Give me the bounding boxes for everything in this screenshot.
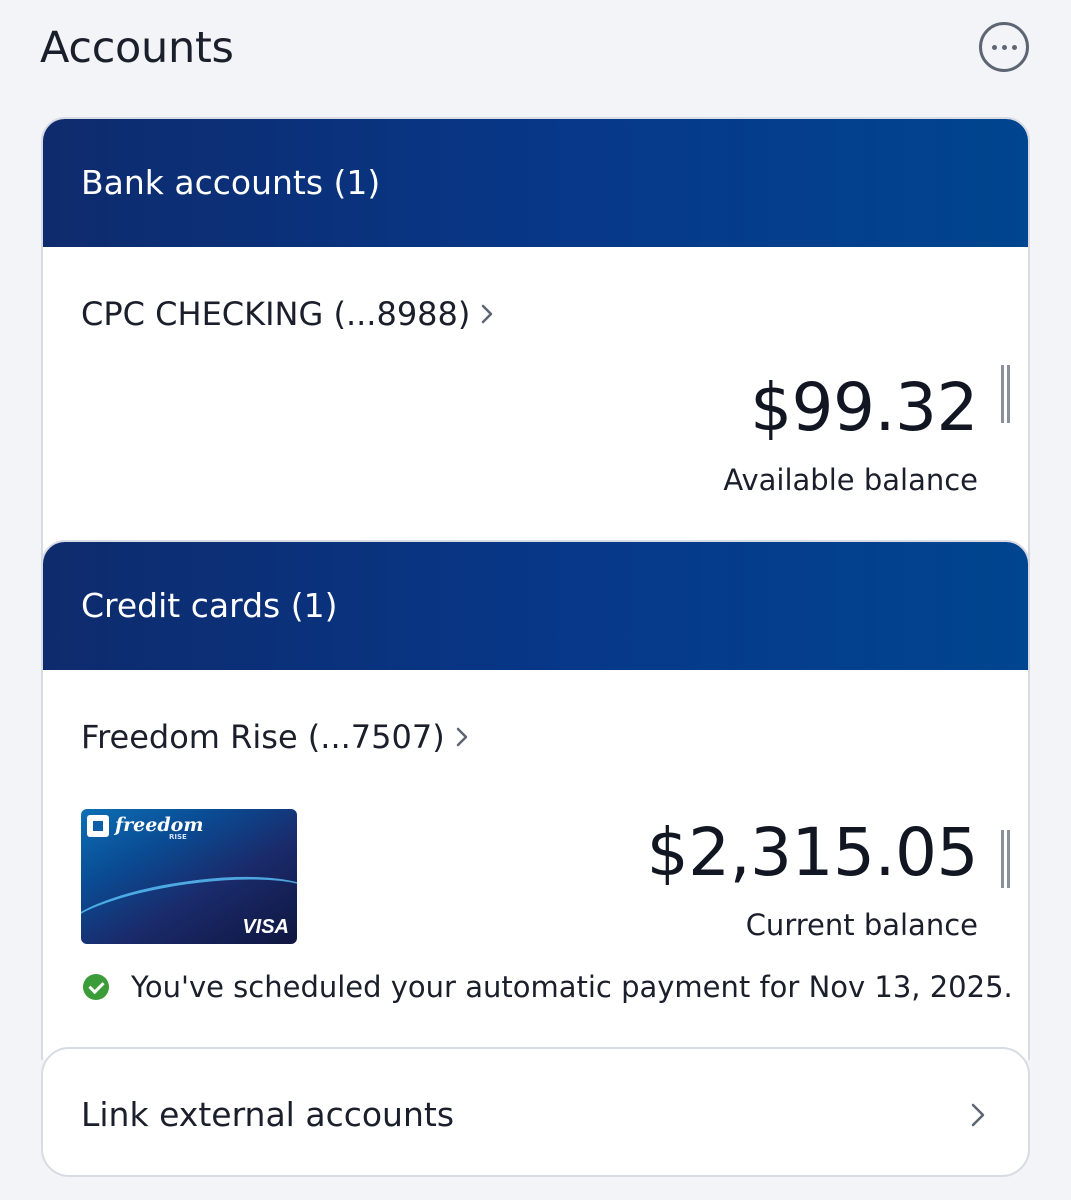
credit-cards-header[interactable]: Credit cards (1) — [43, 542, 1028, 670]
drag-handle-icon[interactable] — [1001, 365, 1011, 423]
current-balance-label: Current balance — [745, 908, 978, 942]
accounts-page: Accounts Bank accounts (1) CPC CHECKING … — [0, 0, 1071, 1200]
account-link-checking[interactable]: CPC CHECKING (...8988) — [81, 295, 494, 333]
autopay-status: You've scheduled your automatic payment … — [83, 970, 1013, 1004]
account-name: Freedom Rise (...7507) — [81, 718, 445, 756]
account-name: CPC CHECKING (...8988) — [81, 295, 471, 333]
available-balance-label: Available balance — [723, 463, 978, 497]
link-external-accounts-label: Link external accounts — [81, 1095, 455, 1134]
chevron-right-icon — [482, 304, 493, 324]
credit-cards-title: Credit cards (1) — [81, 586, 338, 625]
autopay-message: You've scheduled your automatic payment … — [131, 970, 1013, 1004]
page-title: Accounts — [40, 23, 234, 73]
link-external-accounts-button[interactable]: Link external accounts — [41, 1047, 1030, 1177]
current-balance-amount: $2,315.05 — [646, 814, 979, 891]
more-horizontal-icon — [991, 44, 997, 50]
chevron-right-icon — [456, 727, 467, 747]
available-balance-amount: $99.32 — [750, 369, 978, 446]
chase-logo-icon — [87, 815, 109, 837]
drag-handle-icon[interactable] — [1001, 830, 1011, 888]
credit-cards-card: Credit cards (1) Freedom Rise (...7507) … — [41, 540, 1030, 1060]
credit-card-image[interactable]: freedom RISE VISA — [81, 809, 297, 944]
chevron-right-icon — [971, 1103, 985, 1127]
check-circle-icon — [83, 974, 109, 1000]
account-link-freedom-rise[interactable]: Freedom Rise (...7507) — [81, 718, 469, 756]
top-bar: Accounts — [40, 18, 1029, 78]
bank-accounts-title: Bank accounts (1) — [81, 163, 381, 202]
card-brand: freedom — [115, 814, 204, 836]
bank-accounts-header[interactable]: Bank accounts (1) — [43, 119, 1028, 247]
card-network: VISA — [242, 916, 289, 938]
card-brand-sub: RISE — [169, 833, 187, 841]
more-options-button[interactable] — [979, 22, 1029, 72]
